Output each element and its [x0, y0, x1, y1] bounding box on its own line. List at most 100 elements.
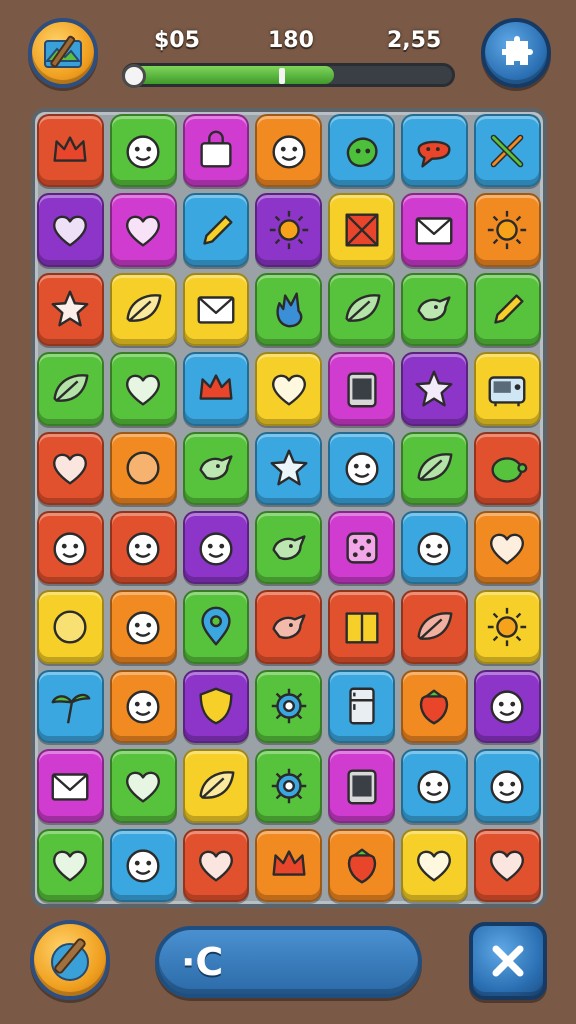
tile-red-face[interactable] — [37, 510, 104, 585]
tile-yellow-sun[interactable] — [473, 590, 541, 664]
heart-icon — [490, 850, 525, 882]
blob-icon — [346, 137, 378, 167]
tile-red-face[interactable] — [109, 510, 177, 585]
circle-icon — [53, 610, 87, 644]
heart-icon — [53, 850, 88, 882]
tile-orange-crown[interactable] — [255, 828, 323, 902]
tile-yellow-heart[interactable] — [255, 352, 323, 426]
tile-red-crown[interactable] — [37, 114, 104, 188]
tile-magenta-envelope[interactable] — [37, 749, 104, 823]
tile-green-heart[interactable] — [37, 828, 104, 902]
tile-green-bird[interactable] — [400, 272, 468, 347]
progress-start-knob — [122, 64, 146, 88]
tile-green-heart[interactable] — [109, 352, 177, 426]
close-button[interactable] — [469, 922, 547, 1000]
shield-icon — [199, 687, 233, 725]
envelope-icon — [51, 773, 89, 801]
tile-green-bird[interactable] — [182, 431, 250, 505]
tile-yellow-radio[interactable] — [473, 352, 541, 426]
tile-blue-tools[interactable] — [473, 114, 541, 188]
action-button[interactable]: ·C — [155, 926, 422, 998]
heart-icon — [53, 453, 88, 485]
tile-red-heart[interactable] — [473, 828, 541, 902]
tile-orange-strawberry[interactable] — [328, 828, 395, 902]
tile-yellow-heart[interactable] — [400, 828, 468, 902]
tile-purple-face[interactable] — [473, 669, 541, 744]
tile-green-face[interactable] — [109, 114, 177, 188]
map-icon — [44, 35, 82, 68]
tile-purple-sun[interactable] — [255, 193, 323, 267]
tile-red-leaf[interactable] — [400, 590, 468, 664]
tile-red-book[interactable] — [328, 590, 395, 664]
tile-blue-fridge[interactable] — [328, 669, 395, 744]
tile-purple-face[interactable] — [182, 510, 250, 585]
tile-yellow-envelope[interactable] — [182, 272, 250, 347]
tile-green-heart[interactable] — [109, 749, 177, 823]
tile-yellow-leaf[interactable] — [109, 272, 177, 347]
target-counter: 2,55 — [387, 28, 442, 53]
tile-green-leaf[interactable] — [400, 431, 468, 505]
tile-orange-strawberry[interactable] — [400, 669, 468, 744]
tile-blue-face[interactable] — [109, 828, 177, 902]
tile-blue-face[interactable] — [400, 749, 468, 823]
tile-magenta-tablet[interactable] — [328, 749, 395, 823]
heart-icon — [199, 850, 233, 882]
face-icon — [417, 770, 451, 804]
tile-magenta-bag[interactable] — [182, 114, 250, 188]
leaf-icon — [199, 770, 235, 799]
leaf-icon — [126, 294, 162, 323]
tile-blue-star[interactable] — [255, 431, 323, 505]
tile-green-leaf[interactable] — [37, 352, 104, 426]
tile-green-pin[interactable] — [182, 590, 250, 664]
tile-magenta-tablet[interactable] — [328, 352, 395, 426]
tile-red-star[interactable] — [37, 272, 104, 347]
tile-orange-face[interactable] — [109, 590, 177, 664]
tile-orange-face[interactable] — [109, 669, 177, 744]
tile-blue-face[interactable] — [473, 749, 541, 823]
tile-green-bird[interactable] — [255, 510, 323, 585]
tile-green-leaf[interactable] — [328, 272, 395, 347]
tile-purple-shield[interactable] — [182, 669, 250, 744]
tile-orange-sun[interactable] — [473, 193, 541, 267]
tile-blue-blob[interactable] — [328, 114, 395, 188]
tile-blue-face[interactable] — [328, 431, 395, 505]
heart-icon — [417, 850, 452, 882]
tile-orange-circle[interactable] — [109, 431, 177, 505]
face-icon — [126, 611, 160, 645]
tile-yellow-box[interactable] — [328, 193, 395, 267]
face-icon — [417, 532, 451, 566]
heart-icon — [53, 215, 88, 247]
tile-yellow-leaf[interactable] — [182, 749, 250, 823]
map-button[interactable] — [28, 18, 98, 88]
tile-purple-heart[interactable] — [37, 193, 104, 267]
tile-orange-face[interactable] — [255, 114, 323, 188]
puzzle-icon — [502, 36, 533, 65]
tile-red-turtle[interactable] — [473, 431, 541, 505]
tile-green-gear[interactable] — [255, 669, 323, 744]
tile-magenta-dice[interactable] — [328, 510, 395, 585]
tile-blue-pencil[interactable] — [182, 193, 250, 267]
paint-tool-button[interactable] — [30, 920, 110, 1000]
tile-orange-heart[interactable] — [473, 510, 541, 585]
tile-green-pencil[interactable] — [473, 272, 541, 347]
star-icon — [51, 291, 89, 327]
progress-marker — [279, 68, 285, 84]
tile-red-heart[interactable] — [182, 828, 250, 902]
pencil-icon — [203, 215, 233, 245]
tile-blue-face[interactable] — [400, 510, 468, 585]
tile-magenta-envelope[interactable] — [400, 193, 468, 267]
tile-green-gear[interactable] — [255, 749, 323, 823]
tile-red-bird[interactable] — [255, 590, 323, 664]
boosters-button[interactable] — [481, 18, 551, 88]
score-counter: 180 — [268, 28, 314, 53]
face-icon — [53, 532, 87, 566]
tile-purple-star[interactable] — [400, 352, 468, 426]
tile-blue-palm[interactable] — [37, 669, 104, 744]
tile-blue-chat[interactable] — [400, 114, 468, 188]
tile-red-heart[interactable] — [37, 431, 104, 505]
tile-green-flame[interactable] — [255, 272, 323, 347]
tile-yellow-circle[interactable] — [37, 590, 104, 664]
tile-magenta-heart[interactable] — [109, 193, 177, 267]
tile-blue-crown[interactable] — [182, 352, 250, 426]
bird-icon — [417, 296, 451, 322]
